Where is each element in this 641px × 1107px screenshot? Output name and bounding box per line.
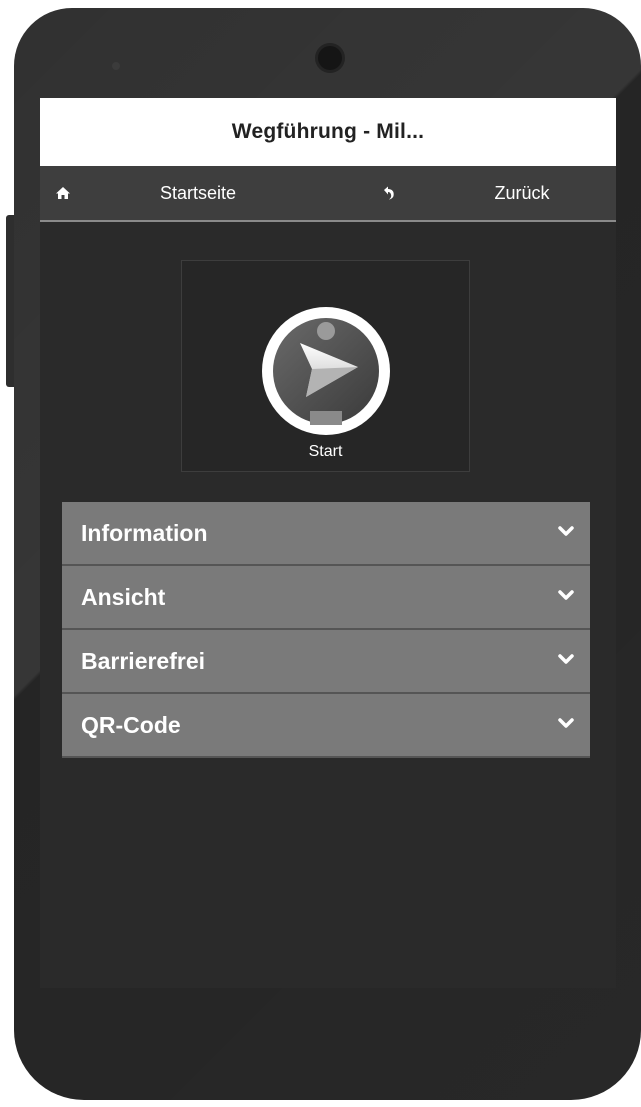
nav-home-label: Startseite [159,182,237,203]
accordion: Information Ansicht Barrierefrei QR-Code [62,502,590,758]
accordion-item-label: Information [81,519,208,546]
start-label: Start [308,443,343,460]
app-screen: Wegführung - Mil... Startseite Zurück St… [40,98,616,988]
chevron-down-icon [558,718,574,728]
chevron-down-icon [558,590,574,600]
navbar: Startseite Zurück [40,166,616,222]
nav-back-label: Zurück [494,182,550,203]
front-camera [318,46,342,70]
app-header: Wegführung - Mil... [40,98,616,166]
undo-arrow-icon [384,186,394,200]
chevron-down-icon [558,526,574,536]
phone-frame: Wegführung - Mil... Startseite Zurück St… [0,0,641,1107]
accordion-item-barrierefrei[interactable]: Barrierefrei [62,630,590,694]
nav-back-button[interactable]: Zurück [328,166,616,220]
accordion-item-ansicht[interactable]: Ansicht [62,566,590,630]
accordion-item-label: Barrierefrei [81,647,206,674]
navigation-pointer-icon [262,307,390,435]
accordion-item-label: Ansicht [81,583,166,610]
start-tile[interactable]: Start [181,260,470,472]
proximity-sensor [112,62,120,70]
chevron-down-icon [558,654,574,664]
accordion-item-information[interactable]: Information [62,502,590,566]
home-icon [56,187,70,199]
accordion-item-qr-code[interactable]: QR-Code [62,694,590,758]
page-title: Wegführung - Mil... [231,120,425,143]
accordion-item-label: QR-Code [81,711,181,738]
nav-home-button[interactable]: Startseite [40,166,328,220]
